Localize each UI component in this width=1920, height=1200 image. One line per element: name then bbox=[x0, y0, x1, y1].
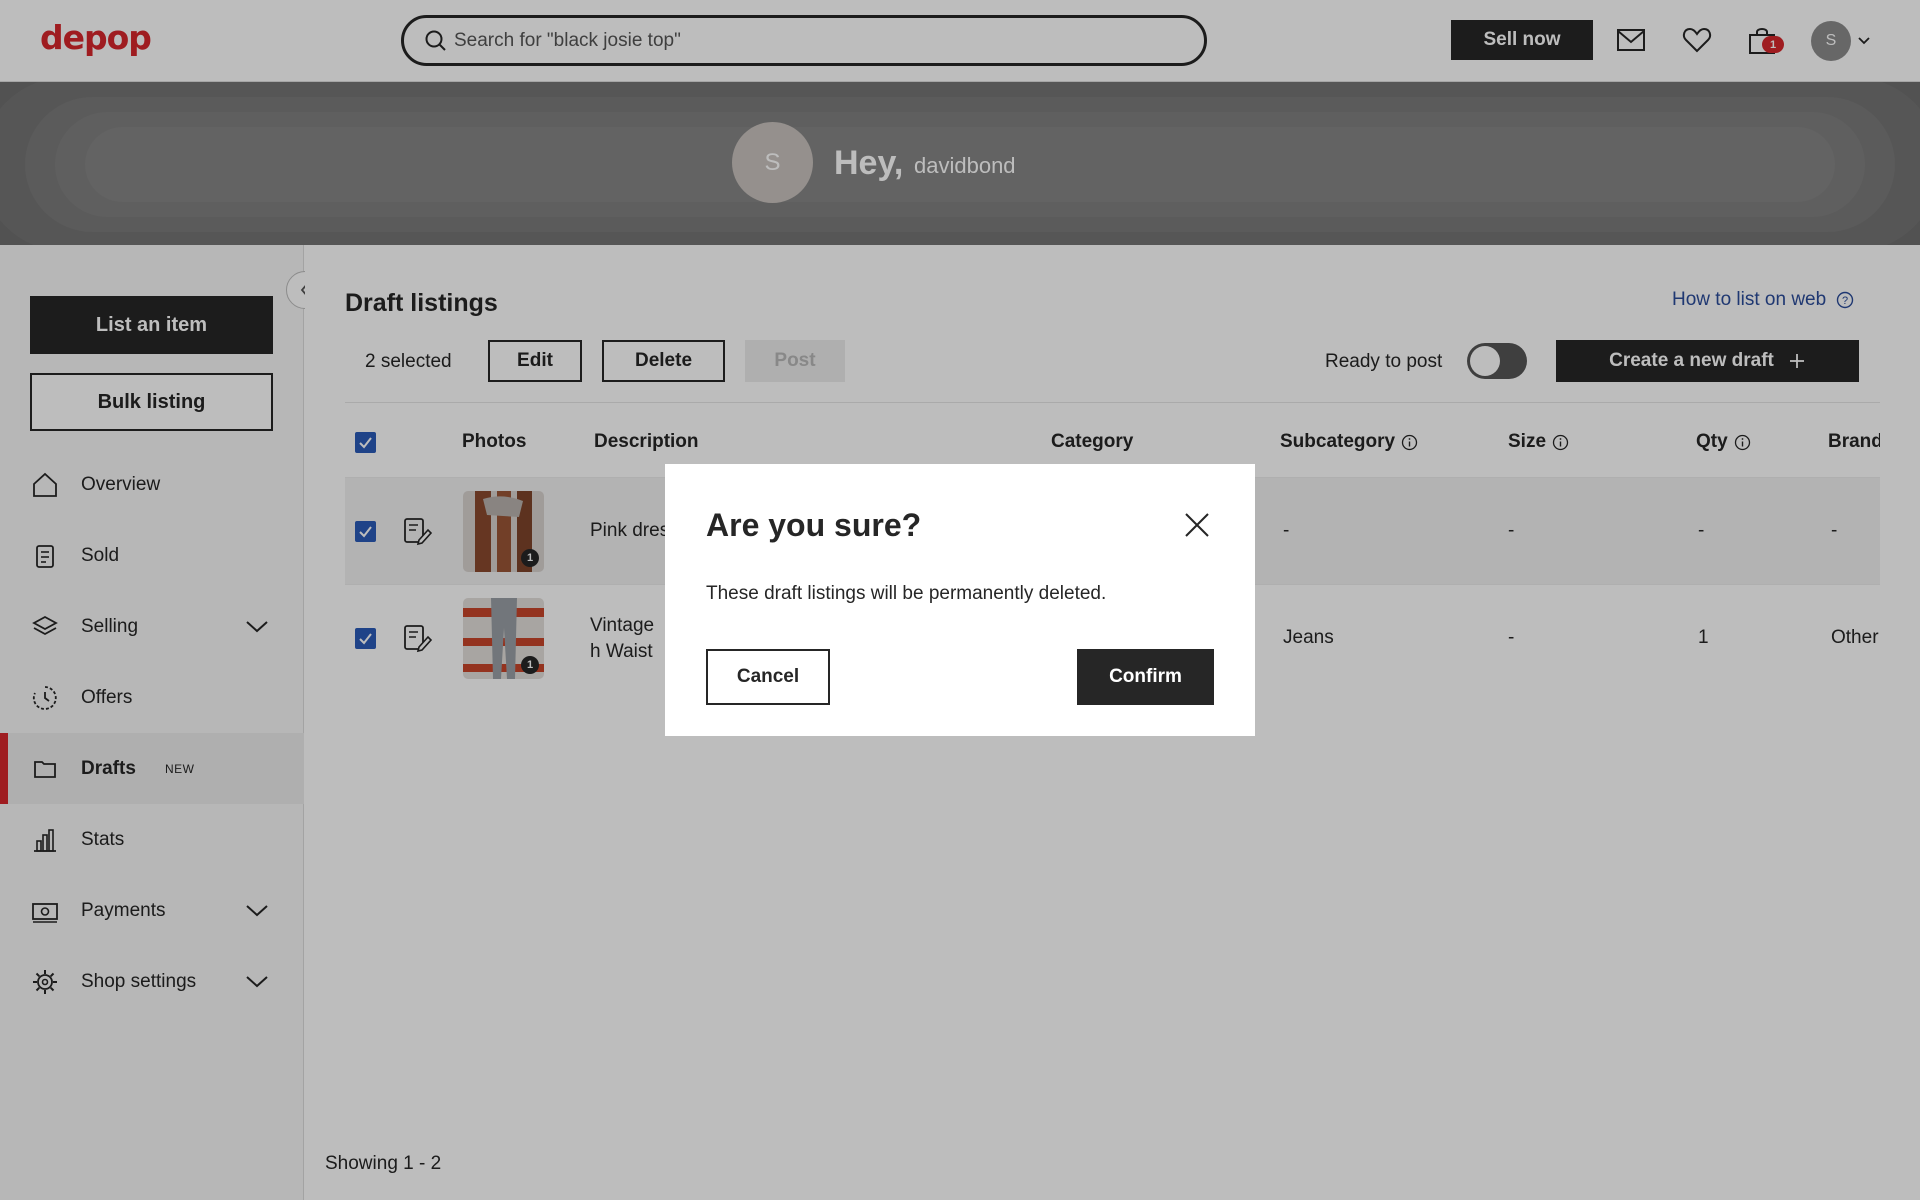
dialog-message: These draft listings will be permanently… bbox=[706, 583, 1107, 604]
close-icon[interactable] bbox=[1184, 512, 1210, 538]
cancel-button[interactable]: Cancel bbox=[706, 649, 830, 705]
confirm-button[interactable]: Confirm bbox=[1077, 649, 1214, 705]
dialog-title: Are you sure? bbox=[706, 507, 922, 543]
confirm-delete-dialog: Are you sure? These draft listings will … bbox=[665, 464, 1255, 736]
